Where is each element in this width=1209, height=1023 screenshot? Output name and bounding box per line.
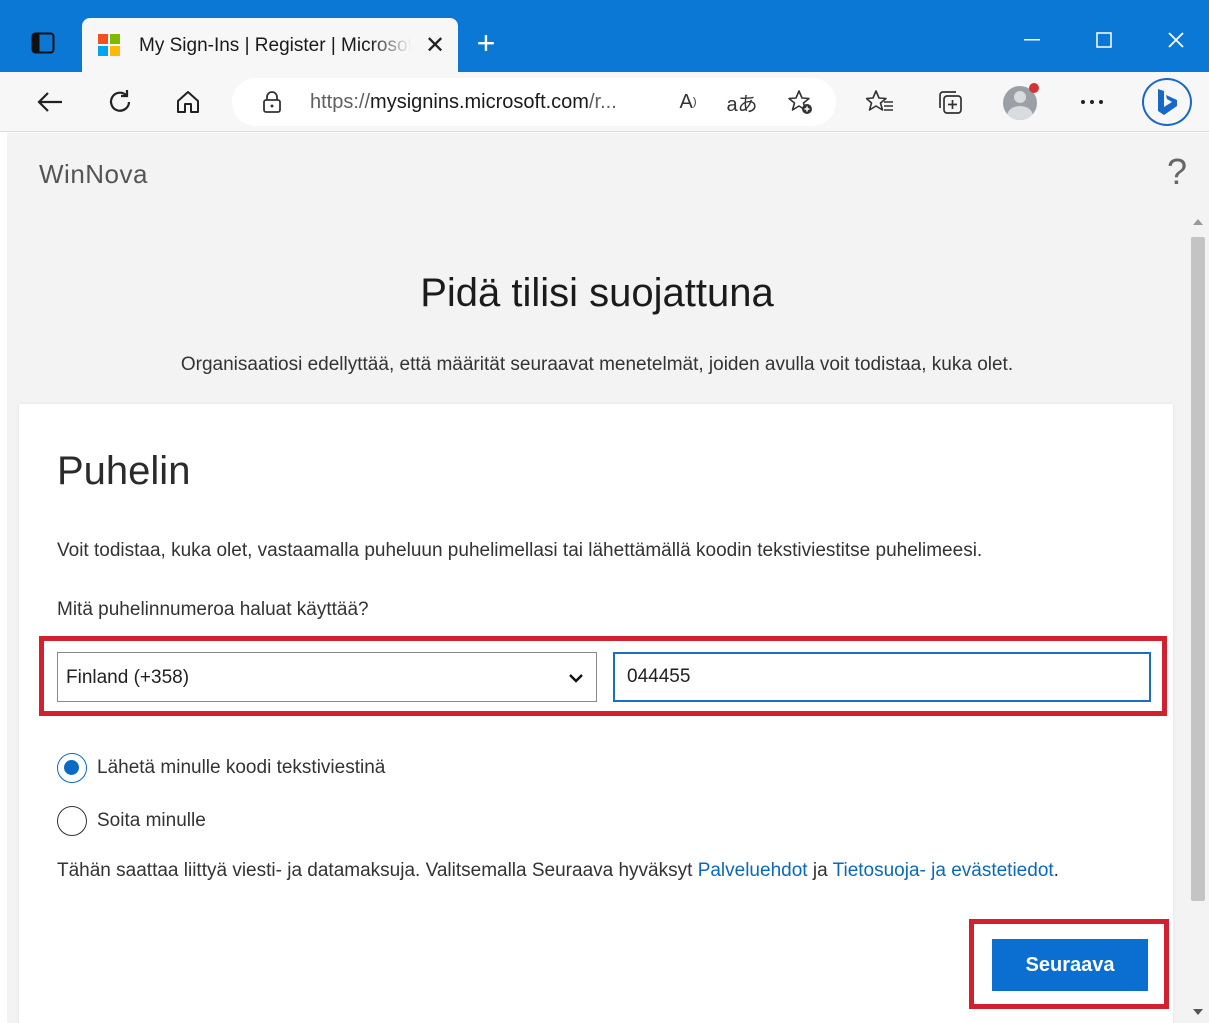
url-text: https://mysignins.microsoft.com/r...	[310, 91, 617, 114]
browser-toolbar: https://mysignins.microsoft.com/r... A) …	[0, 72, 1209, 132]
terms-of-service-link[interactable]: Palveluehdot	[698, 860, 808, 881]
org-brand: WinNova	[39, 159, 148, 189]
radio-sms-label: Lähetä minulle koodi tekstiviestinä	[97, 757, 386, 778]
card-heading: Puhelin	[57, 449, 191, 493]
url-host: mysignins.microsoft.com	[370, 91, 589, 113]
country-code-select[interactable]: Finland (+358)	[57, 652, 597, 702]
terms-end: .	[1053, 860, 1059, 881]
read-aloud-icon[interactable]: A)	[672, 86, 704, 118]
scrollbar[interactable]	[1187, 209, 1209, 1023]
main-content: Pidä tilisi suojattuna Organisaatiosi ed…	[7, 209, 1187, 1023]
chevron-down-icon	[569, 674, 583, 683]
translate-icon[interactable]: aあ	[726, 86, 758, 118]
close-window-icon[interactable]	[1156, 22, 1196, 58]
minimize-icon[interactable]	[1012, 22, 1052, 58]
microsoft-logo-icon	[98, 34, 120, 56]
scroll-down-arrow-icon[interactable]	[1193, 1009, 1203, 1015]
address-bar[interactable]: https://mysignins.microsoft.com/r... A) …	[232, 78, 836, 126]
tab-close-icon[interactable]: ✕	[420, 30, 450, 60]
help-icon[interactable]: ?	[1167, 151, 1187, 193]
add-favorite-icon[interactable]	[784, 86, 816, 118]
home-icon[interactable]	[170, 84, 206, 120]
page-subtitle: Organisaatiosi edellyttää, että määrität…	[180, 354, 1014, 375]
radio-sms[interactable]	[57, 753, 87, 783]
favorites-icon[interactable]	[862, 84, 898, 120]
privacy-cookies-link[interactable]: Tietosuoja- ja evästetiedot	[833, 860, 1054, 881]
radio-call[interactable]	[57, 806, 87, 836]
radio-option-call[interactable]: Soita minulle	[57, 804, 206, 838]
scroll-up-arrow-icon[interactable]	[1193, 219, 1203, 225]
next-button[interactable]: Seuraava	[992, 939, 1148, 991]
phone-question: Mitä puhelinnumeroa haluat käyttää?	[57, 599, 369, 620]
phone-number-input[interactable]	[613, 652, 1151, 702]
collections-icon[interactable]	[932, 84, 968, 120]
page-title: Pidä tilisi suojattuna	[420, 271, 774, 315]
url-rest: /r...	[588, 91, 617, 113]
maximize-icon[interactable]	[1084, 22, 1124, 58]
terms-prefix: Tähän saattaa liittyä viesti- ja datamak…	[57, 860, 698, 881]
browser-tab[interactable]: My Sign-Ins | Register | Microsoft ✕	[82, 18, 458, 72]
notification-dot	[1029, 83, 1039, 93]
card-description: Voit todistaa, kuka olet, vastaamalla pu…	[57, 540, 983, 561]
country-code-value: Finland (+358)	[66, 667, 190, 688]
app-header: WinNova ?	[7, 133, 1209, 209]
terms-text: Tähän saattaa liittyä viesti- ja datamak…	[57, 856, 1117, 886]
tab-actions-icon[interactable]	[30, 30, 56, 56]
browser-titlebar: My Sign-Ins | Register | Microsoft ✕ +	[0, 0, 1209, 72]
radio-option-sms[interactable]: Lähetä minulle koodi tekstiviestinä	[57, 751, 385, 785]
phone-method-card: Puhelin Voit todistaa, kuka olet, vastaa…	[19, 404, 1173, 1023]
bing-chat-icon[interactable]	[1142, 78, 1192, 126]
scrollbar-thumb[interactable]	[1191, 237, 1205, 901]
read-aloud-label: A	[679, 90, 693, 113]
url-prefix: https://	[310, 91, 371, 113]
refresh-icon[interactable]	[102, 84, 138, 120]
tab-title: My Sign-Ins | Register | Microsoft	[139, 35, 411, 56]
back-arrow-icon[interactable]	[32, 84, 68, 120]
radio-call-label: Soita minulle	[97, 810, 206, 831]
more-options-icon[interactable]	[1074, 84, 1110, 120]
lock-icon[interactable]	[260, 90, 284, 114]
terms-and: ja	[807, 860, 833, 881]
new-tab-button[interactable]: +	[470, 27, 502, 60]
